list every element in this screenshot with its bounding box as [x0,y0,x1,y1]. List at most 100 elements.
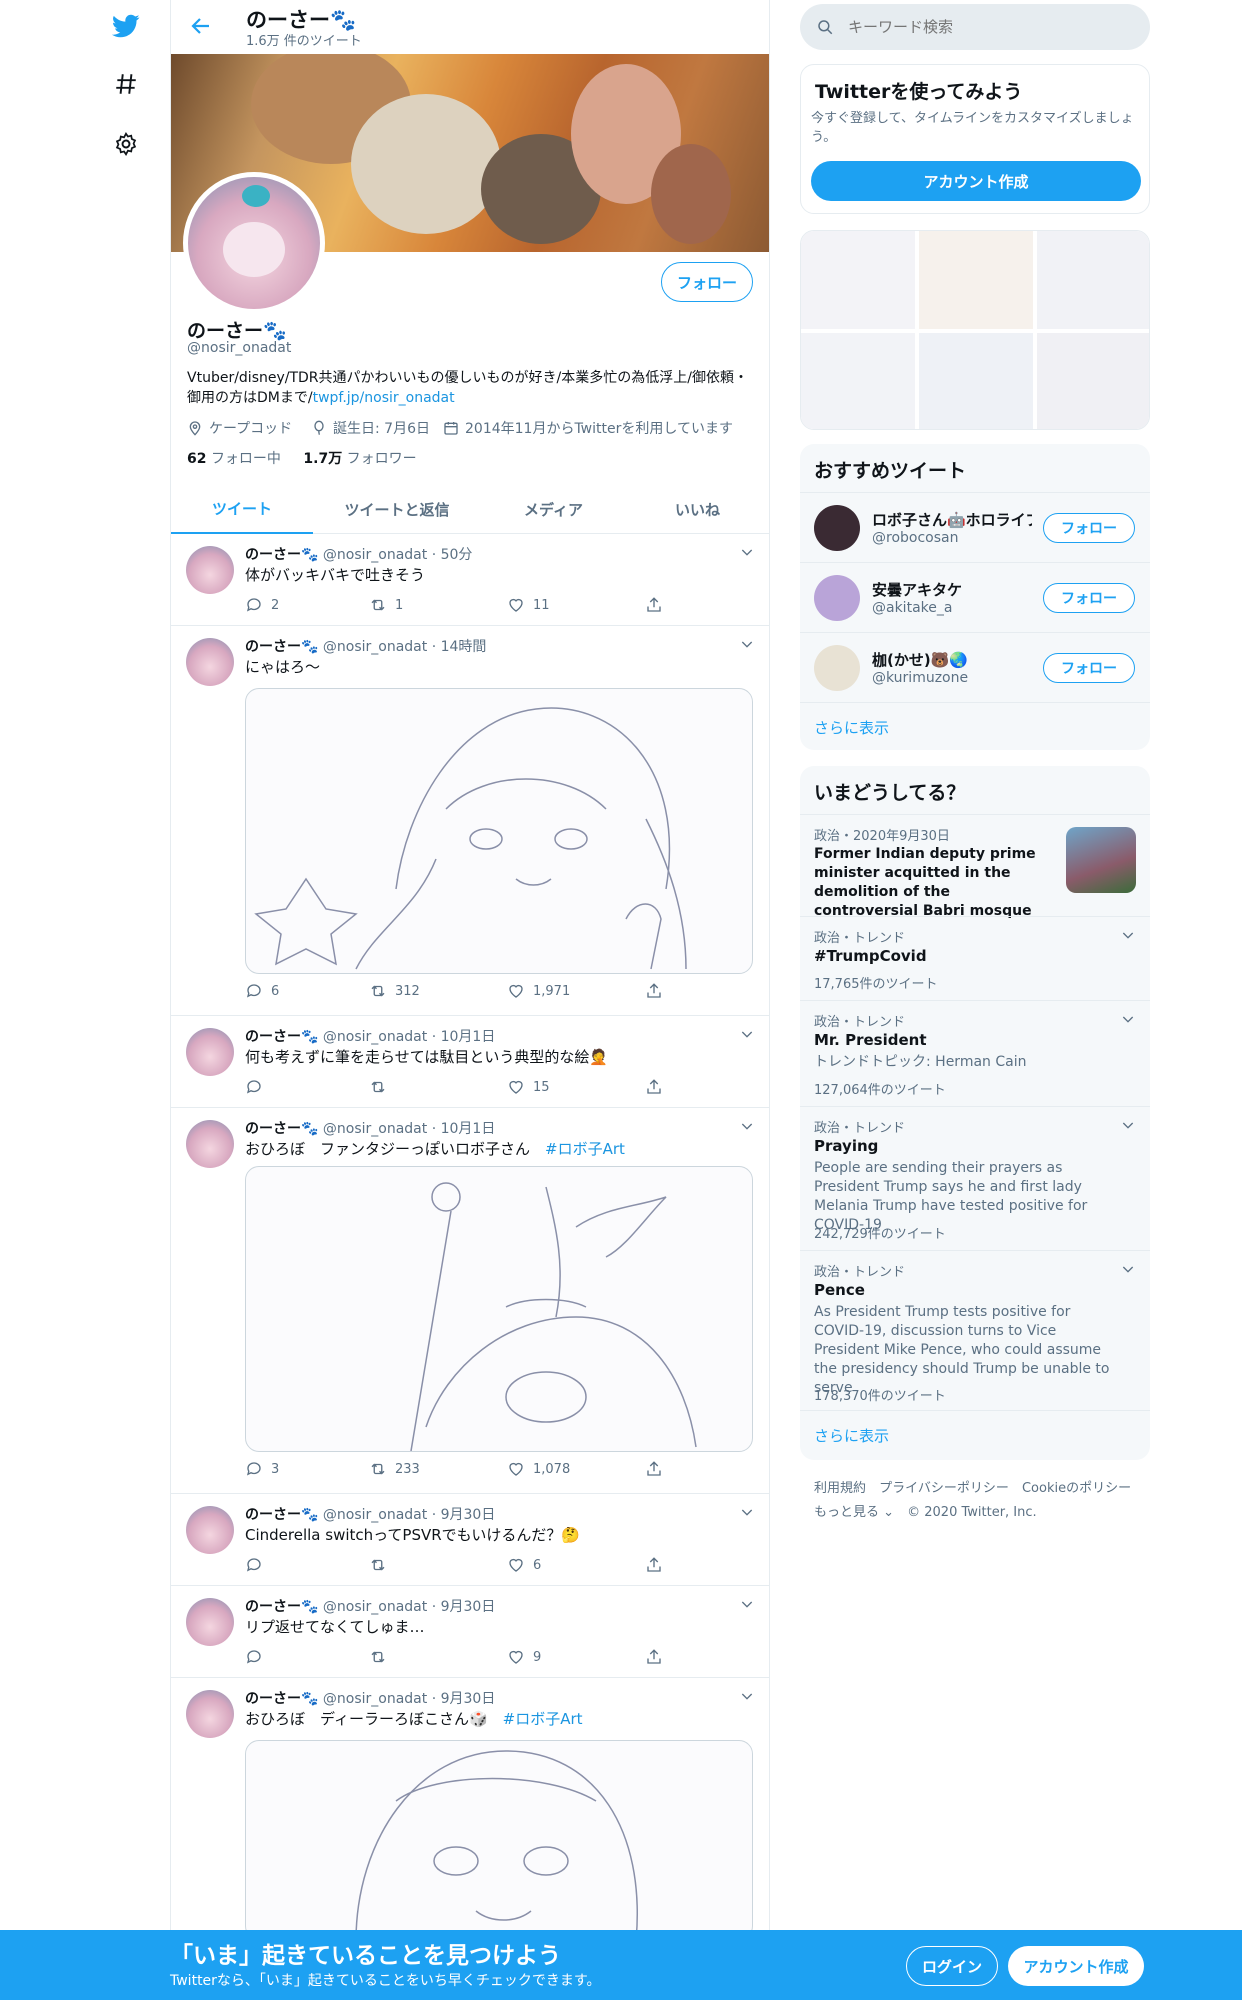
footer-more-link[interactable]: もっと見る ⌄ [814,1505,894,1520]
avatar[interactable] [814,645,860,691]
chevron-down-icon[interactable] [739,636,755,652]
trend-item[interactable]: 政治・トレンド Praying People are sending their… [800,1106,1150,1250]
user-name[interactable]: 枷(かせ)🐻🌏 [872,649,1032,670]
avatar[interactable] [186,1120,234,1168]
chevron-down-icon[interactable] [739,544,755,560]
chevron-down-icon[interactable] [1120,1261,1136,1277]
retweet-button[interactable] [369,1648,387,1666]
recommended-user[interactable]: ロボ子さん🤖ホロライブ @robocosan フォロー [800,492,1150,562]
tweet[interactable]: のーさー🐾 @nosir_onadat · 9月30日 Cinderella s… [171,1494,769,1586]
retweet-button[interactable]: 312 [369,982,420,1000]
tweet-image[interactable] [245,1740,753,1940]
signup-button[interactable]: アカウント作成 [1008,1946,1144,1986]
follow-button[interactable]: フォロー [661,262,753,302]
share-button[interactable] [645,1648,663,1666]
tweet-author-name[interactable]: のーさー🐾 [245,1121,318,1137]
follow-button[interactable]: フォロー [1043,653,1135,683]
footer-terms-link[interactable]: 利用規約 [814,1481,866,1496]
tab-tweets-replies[interactable]: ツイートと返信 [313,484,481,534]
tweet-image[interactable] [245,688,753,974]
hashtag-link[interactable]: #ロボ子Art [545,1140,625,1158]
tweet-author-name[interactable]: のーさー🐾 [245,639,318,655]
trend-item[interactable]: 政治・トレンド #TrumpCovid 17,765件のツイート [800,916,1150,1000]
tab-tweets[interactable]: ツイート [171,484,313,534]
avatar[interactable] [186,546,234,594]
avatar[interactable] [814,505,860,551]
reply-button[interactable] [245,1648,263,1666]
like-button[interactable]: 6 [507,1556,541,1574]
chevron-down-icon[interactable] [1120,1117,1136,1133]
chevron-down-icon[interactable] [1120,927,1136,943]
reply-button[interactable]: 3 [245,1460,279,1478]
bio-link[interactable]: twpf.jp/nosir_onadat [313,390,455,406]
back-arrow-icon[interactable] [189,14,215,40]
tweet-time[interactable]: 14時間 [441,639,487,655]
retweet-button[interactable] [369,1078,387,1096]
like-button[interactable]: 1,078 [507,1460,570,1478]
chevron-down-icon[interactable] [739,1118,755,1134]
user-name[interactable]: ロボ子さん🤖ホロライブ [872,509,1032,530]
trend-item[interactable]: 政治・トレンド Pence As President Trump tests p… [800,1250,1150,1410]
media-thumb[interactable] [801,231,915,329]
footer-cookie-link[interactable]: Cookieのポリシー [1022,1481,1131,1496]
follow-button[interactable]: フォロー [1043,513,1135,543]
media-thumb[interactable] [919,231,1033,329]
tweet[interactable]: のーさー🐾 @nosir_onadat · 10月1日 おひろぼ ファンタジーっ… [171,1108,769,1494]
tweet-author-name[interactable]: のーさー🐾 [245,1691,318,1707]
create-account-button[interactable]: アカウント作成 [811,161,1141,201]
tweet-author-name[interactable]: のーさー🐾 [245,547,318,563]
tweet-time[interactable]: 9月30日 [441,1691,496,1707]
trend-item[interactable]: 政治・トレンド Mr. President トレンドトピック: Herman C… [800,1000,1150,1106]
share-button[interactable] [645,1078,663,1096]
trend-title[interactable]: Pence [814,1281,865,1299]
trend-title[interactable]: #TrumpCovid [814,947,927,965]
tweet-image[interactable] [245,1166,753,1452]
media-thumb[interactable] [919,333,1033,429]
retweet-button[interactable]: 1 [369,596,403,614]
tab-likes[interactable]: いいね [626,484,769,534]
recommended-user[interactable]: 枷(かせ)🐻🌏 @kurimuzone フォロー [800,632,1150,702]
like-button[interactable]: 1,971 [507,982,570,1000]
gear-icon[interactable] [112,130,140,158]
avatar[interactable] [186,1028,234,1076]
tweet-author-name[interactable]: のーさー🐾 [245,1029,318,1045]
show-more-link[interactable]: さらに表示 [814,1425,889,1446]
trend-item[interactable]: 政治・2020年9月30日 Former Indian deputy prime… [800,814,1150,919]
tweet[interactable]: のーさー🐾 @nosir_onadat · 50分 体がバッキバキで吐きそう 2… [171,534,769,626]
media-thumb[interactable] [1037,231,1149,329]
login-button[interactable]: ログイン [906,1946,998,1986]
reply-button[interactable] [245,1556,263,1574]
media-thumb[interactable] [1037,333,1149,429]
following-link[interactable]: 62 フォロー中 [187,451,281,467]
follow-button[interactable]: フォロー [1043,583,1135,613]
like-button[interactable]: 15 [507,1078,550,1096]
tweet-author-name[interactable]: のーさー🐾 [245,1507,318,1523]
tweet-time[interactable]: 50分 [441,547,473,563]
show-more-row[interactable]: さらに表示 [800,1410,1150,1460]
footer-privacy-link[interactable]: プライバシーポリシー [879,1481,1009,1496]
share-button[interactable] [645,1556,663,1574]
search-input[interactable] [848,18,1128,36]
chevron-down-icon[interactable] [739,1026,755,1042]
show-more-link[interactable]: さらに表示 [814,717,889,738]
like-button[interactable]: 9 [507,1648,541,1666]
show-more-row[interactable]: さらに表示 [800,702,1150,750]
share-button[interactable] [645,1460,663,1478]
tweet-time[interactable]: 9月30日 [441,1507,496,1523]
chevron-down-icon[interactable] [739,1688,755,1704]
profile-avatar[interactable] [183,172,325,314]
trend-title[interactable]: Mr. President [814,1031,927,1049]
followers-link[interactable]: 1.7万 フォロワー [303,451,416,467]
avatar[interactable] [186,1690,234,1738]
reply-button[interactable]: 2 [245,596,279,614]
chevron-down-icon[interactable] [739,1504,755,1520]
tweet[interactable]: のーさー🐾 @nosir_onadat · 9月30日 おひろぼ ディーラーろぼ… [171,1678,769,1940]
avatar[interactable] [186,1598,234,1646]
hashtag-link[interactable]: #ロボ子Art [503,1710,583,1728]
hashtag-icon[interactable] [112,70,140,98]
tweet[interactable]: のーさー🐾 @nosir_onadat · 9月30日 リプ返せてなくてしゅま…… [171,1586,769,1678]
trend-title[interactable]: Praying [814,1137,878,1155]
tweet-time[interactable]: 10月1日 [441,1029,496,1045]
tweet-time[interactable]: 9月30日 [441,1599,496,1615]
retweet-button[interactable] [369,1556,387,1574]
